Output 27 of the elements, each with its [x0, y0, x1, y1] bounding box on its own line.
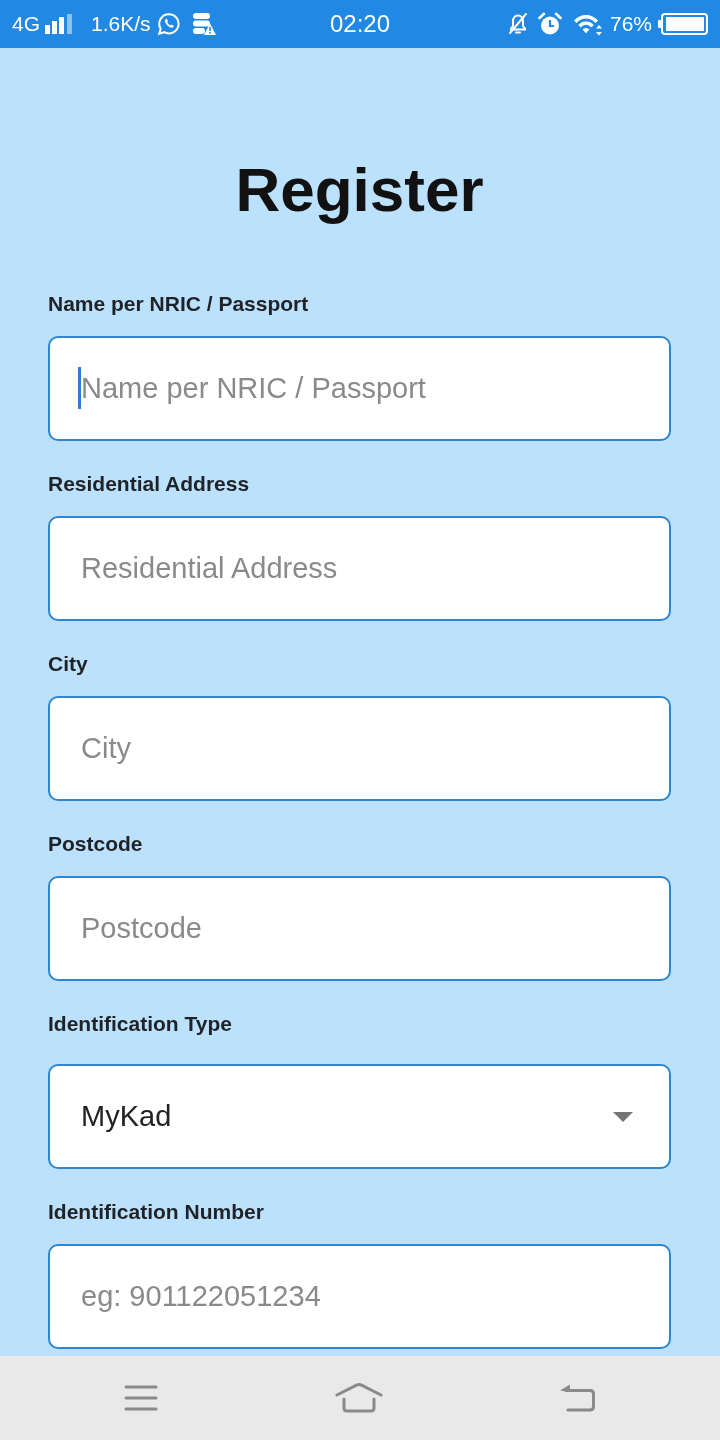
network-speed: 1.6K/s	[91, 11, 151, 37]
field-label: City	[48, 652, 88, 676]
network-type: 4G	[12, 11, 40, 37]
text-field[interactable]: eg: 901122051234	[48, 1244, 671, 1349]
alarm-clock-icon	[537, 12, 562, 36]
battery-percent: 76%	[609, 11, 652, 37]
text-field[interactable]: City	[48, 696, 671, 801]
signal-icon	[45, 14, 73, 34]
database-warning-icon	[191, 12, 216, 36]
dropdown-field[interactable]: MyKad	[48, 1064, 671, 1169]
home-icon[interactable]	[335, 1383, 383, 1413]
text-field[interactable]: Name per NRIC / Passport	[48, 336, 671, 441]
field-label: Identification Type	[48, 1012, 232, 1036]
caret-icon	[613, 1111, 633, 1122]
back-icon[interactable]	[560, 1384, 596, 1412]
field-label: Postcode	[48, 832, 143, 856]
phone-bubble-icon	[156, 12, 181, 36]
clock-time: 02:20	[329, 10, 391, 38]
page-title: Register	[234, 154, 485, 226]
field-label: Identification Number	[48, 1200, 264, 1224]
text-field[interactable]: Residential Address	[48, 516, 671, 621]
menu-icon[interactable]	[124, 1385, 158, 1411]
field-label: Residential Address	[48, 472, 250, 496]
text-field[interactable]: Postcode	[48, 876, 671, 981]
field-label: Name per NRIC / Passport	[48, 292, 309, 316]
battery-icon	[658, 12, 708, 36]
wifi-icon	[572, 12, 603, 36]
